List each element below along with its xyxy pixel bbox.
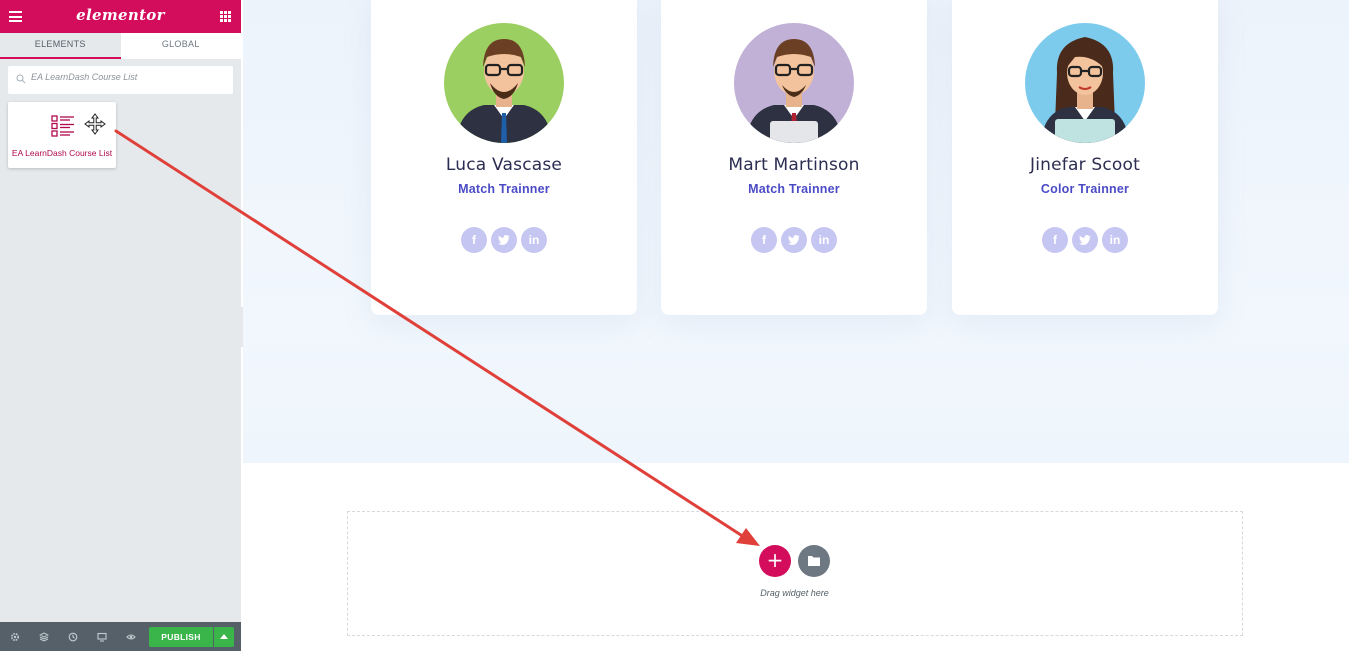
preview-icon[interactable] xyxy=(116,622,145,651)
team-member-card[interactable]: Jinefar Scoot Color Trainner f in xyxy=(952,0,1218,315)
member-name: Jinefar Scoot xyxy=(1030,155,1140,175)
empty-section-dropzone[interactable] xyxy=(347,511,1243,636)
avatar xyxy=(1025,23,1145,143)
member-role: Match Trainner xyxy=(748,182,840,196)
avatar xyxy=(444,23,564,143)
panel-tabs: ELEMENTS GLOBAL xyxy=(0,33,241,59)
folder-icon xyxy=(808,556,820,566)
publish-button[interactable]: PUBLISH xyxy=(149,627,213,647)
responsive-icon[interactable] xyxy=(87,622,116,651)
history-icon[interactable] xyxy=(58,622,87,651)
facebook-icon[interactable]: f xyxy=(1042,227,1068,253)
move-cursor-icon xyxy=(84,113,106,135)
facebook-icon[interactable]: f xyxy=(751,227,777,253)
add-section-button[interactable]: + xyxy=(759,545,791,577)
team-member-card[interactable]: Luca Vascase Match Trainner f in xyxy=(371,0,637,315)
add-template-button[interactable] xyxy=(798,545,830,577)
widget-ea-learndash-course-list[interactable]: EA LearnDash Course List xyxy=(8,102,116,168)
elementor-logo: elementor xyxy=(76,6,165,24)
avatar xyxy=(734,23,854,143)
linkedin-icon[interactable]: in xyxy=(811,227,837,253)
member-name: Mart Martinson xyxy=(728,155,860,175)
search-icon xyxy=(16,74,26,84)
panel-footer: PUBLISH xyxy=(0,622,241,651)
editor-panel: elementor ELEMENTS GLOBAL EA LearnDash C… xyxy=(0,0,241,651)
twitter-icon[interactable] xyxy=(491,227,517,253)
panel-header: elementor xyxy=(0,0,241,33)
widgets-grid-icon[interactable] xyxy=(220,11,231,22)
tab-global[interactable]: GLOBAL xyxy=(121,33,242,59)
linkedin-icon[interactable]: in xyxy=(521,227,547,253)
team-member-card[interactable]: Mart Martinson Match Trainner f in xyxy=(661,0,927,315)
page-canvas: Luca Vascase Match Trainner f in Mart Ma… xyxy=(243,0,1349,651)
member-name: Luca Vascase xyxy=(445,155,563,175)
team-section: Luca Vascase Match Trainner f in Mart Ma… xyxy=(243,0,1349,463)
publish-options-button[interactable] xyxy=(214,627,234,647)
widget-label: EA LearnDash Course List xyxy=(11,148,113,158)
social-links: f in xyxy=(952,227,1218,253)
twitter-icon[interactable] xyxy=(781,227,807,253)
tab-elements[interactable]: ELEMENTS xyxy=(0,33,121,59)
social-links: f in xyxy=(371,227,637,253)
search-input[interactable] xyxy=(31,72,221,82)
linkedin-icon[interactable]: in xyxy=(1102,227,1128,253)
twitter-icon[interactable] xyxy=(1072,227,1098,253)
course-list-icon xyxy=(51,115,74,137)
navigator-icon[interactable] xyxy=(29,622,58,651)
member-role: Match Trainner xyxy=(458,182,550,196)
facebook-icon[interactable]: f xyxy=(461,227,487,253)
member-role: Color Trainner xyxy=(1040,182,1130,196)
settings-icon[interactable] xyxy=(0,622,29,651)
drag-widget-hint: Drag widget here xyxy=(760,588,829,598)
widget-search xyxy=(8,66,233,94)
social-links: f in xyxy=(661,227,927,253)
